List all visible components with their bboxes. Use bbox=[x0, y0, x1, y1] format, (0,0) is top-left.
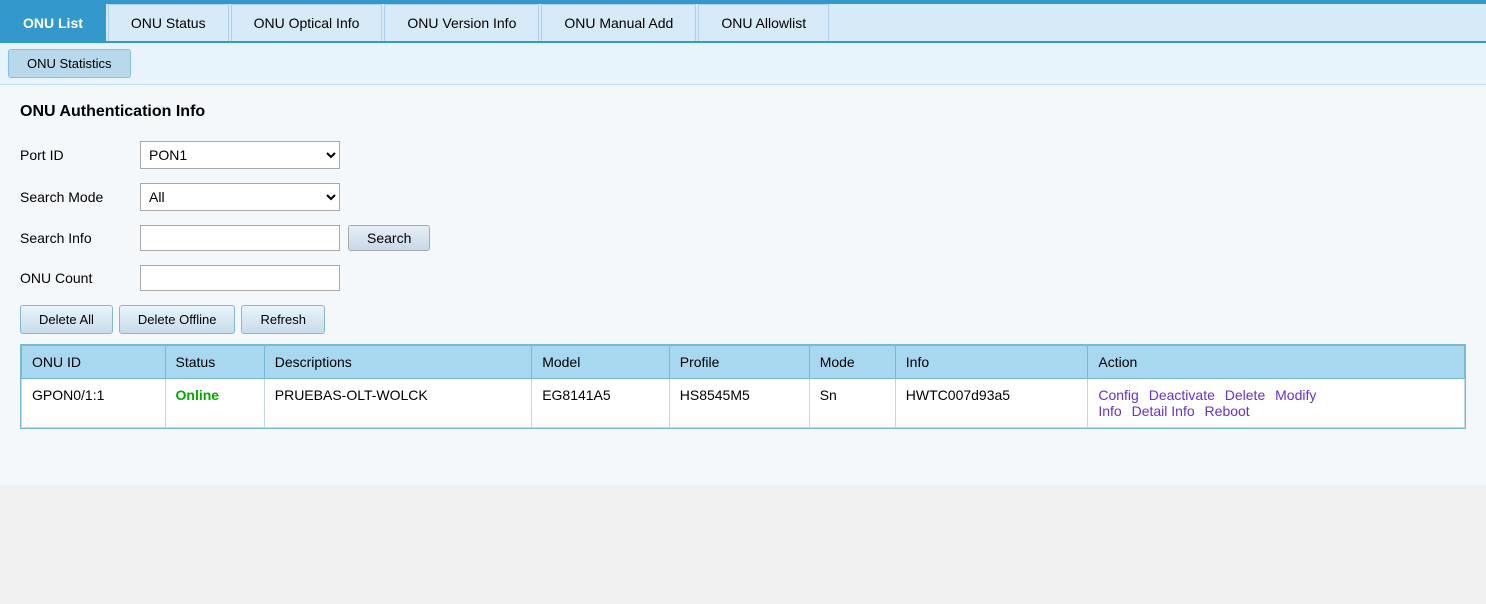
col-header-status: Status bbox=[165, 346, 264, 379]
search-info-label: Search Info bbox=[20, 230, 140, 246]
action-link-reboot[interactable]: Reboot bbox=[1205, 403, 1250, 419]
tab-onu-version-info[interactable]: ONU Version Info bbox=[384, 4, 539, 41]
main-content: ONU Authentication Info Port ID PON1 PON… bbox=[0, 85, 1486, 485]
col-header-profile: Profile bbox=[669, 346, 809, 379]
status-online-badge: Online bbox=[176, 387, 220, 403]
subtab-onu-statistics[interactable]: ONU Statistics bbox=[8, 49, 131, 78]
onu-table-wrapper: ONU ID Status Descriptions Model Profile… bbox=[20, 344, 1466, 429]
action-link-detail-info[interactable]: Detail Info bbox=[1132, 403, 1195, 419]
cell-mode: Sn bbox=[809, 379, 895, 428]
onu-count-label: ONU Count bbox=[20, 270, 140, 286]
delete-offline-button[interactable]: Delete Offline bbox=[119, 305, 236, 334]
tab-onu-manual-add[interactable]: ONU Manual Add bbox=[541, 4, 696, 41]
cell-status: Online bbox=[165, 379, 264, 428]
tab-onu-optical-info[interactable]: ONU Optical Info bbox=[231, 4, 383, 41]
tab-navigation: ONU List ONU Status ONU Optical Info ONU… bbox=[0, 4, 1486, 43]
port-id-select[interactable]: PON1 PON2 PON3 PON4 bbox=[140, 141, 340, 169]
action-link-modify[interactable]: Modify bbox=[1275, 387, 1316, 403]
search-info-input[interactable] bbox=[140, 225, 340, 251]
search-button[interactable]: Search bbox=[348, 225, 430, 251]
cell-action: Config Deactivate Delete Modify Info Det… bbox=[1088, 379, 1465, 428]
table-header-row: ONU ID Status Descriptions Model Profile… bbox=[22, 346, 1465, 379]
action-buttons-row: Delete All Delete Offline Refresh bbox=[20, 305, 1466, 334]
tab-onu-status[interactable]: ONU Status bbox=[108, 4, 229, 41]
col-header-mode: Mode bbox=[809, 346, 895, 379]
col-header-action: Action bbox=[1088, 346, 1465, 379]
cell-descriptions: PRUEBAS-OLT-WOLCK bbox=[264, 379, 531, 428]
action-link-deactivate[interactable]: Deactivate bbox=[1149, 387, 1215, 403]
col-header-info: Info bbox=[895, 346, 1088, 379]
col-header-onu-id: ONU ID bbox=[22, 346, 166, 379]
section-title: ONU Authentication Info bbox=[20, 103, 1466, 121]
action-link-info[interactable]: Info bbox=[1098, 403, 1121, 419]
cell-profile: HS8545M5 bbox=[669, 379, 809, 428]
table-row: GPON0/1:1 Online PRUEBAS-OLT-WOLCK EG814… bbox=[22, 379, 1465, 428]
onu-count-input: 1/1 bbox=[140, 265, 340, 291]
search-mode-select[interactable]: All ONU ID MAC SN bbox=[140, 183, 340, 211]
col-header-descriptions: Descriptions bbox=[264, 346, 531, 379]
action-link-delete[interactable]: Delete bbox=[1225, 387, 1265, 403]
cell-onu-id: GPON0/1:1 bbox=[22, 379, 166, 428]
port-id-label: Port ID bbox=[20, 147, 140, 163]
delete-all-button[interactable]: Delete All bbox=[20, 305, 113, 334]
cell-info: HWTC007d93a5 bbox=[895, 379, 1088, 428]
search-mode-group: Search Mode All ONU ID MAC SN bbox=[20, 183, 1466, 211]
action-link-config[interactable]: Config bbox=[1098, 387, 1138, 403]
cell-model: EG8141A5 bbox=[532, 379, 670, 428]
tab-onu-allowlist[interactable]: ONU Allowlist bbox=[698, 4, 829, 41]
search-mode-label: Search Mode bbox=[20, 189, 140, 205]
refresh-button[interactable]: Refresh bbox=[241, 305, 325, 334]
search-info-group: Search Info Search bbox=[20, 225, 1466, 251]
sub-tab-navigation: ONU Statistics bbox=[0, 43, 1486, 85]
onu-table: ONU ID Status Descriptions Model Profile… bbox=[21, 345, 1465, 428]
tab-onu-list[interactable]: ONU List bbox=[0, 4, 106, 41]
onu-count-group: ONU Count 1/1 bbox=[20, 265, 1466, 291]
col-header-model: Model bbox=[532, 346, 670, 379]
port-id-group: Port ID PON1 PON2 PON3 PON4 bbox=[20, 141, 1466, 169]
